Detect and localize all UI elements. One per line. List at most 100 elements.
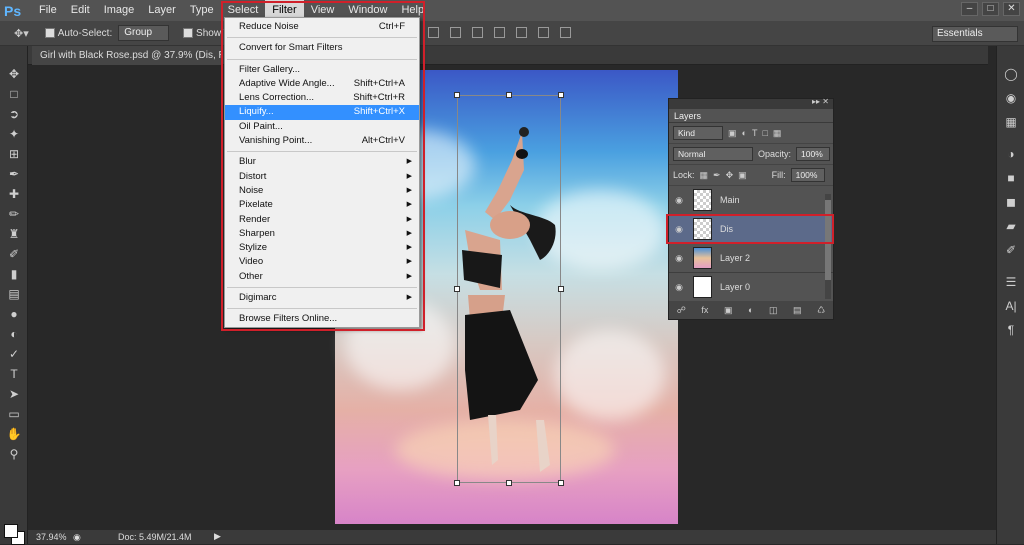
menu-bar: Ps File Edit Image Layer Type Select Filter Vie… (0, 0, 1024, 21)
foreground-color-swatch[interactable] (4, 524, 18, 538)
show-transform-checkbox[interactable] (183, 28, 194, 38)
kind-filter-dropdown[interactable]: Kind (673, 126, 723, 140)
lock-label: Lock: (673, 170, 695, 180)
character-icon[interactable]: A| (997, 296, 1024, 316)
lock-position-icon[interactable]: ✥ (726, 170, 734, 181)
menu-image[interactable]: Image (97, 0, 142, 21)
paragraph-icon[interactable]: ¶ (997, 320, 1024, 340)
align-left-icon[interactable] (494, 27, 505, 38)
visibility-eye-icon[interactable]: ◉ (669, 282, 689, 293)
link-layers-icon[interactable]: ☍ (677, 305, 686, 316)
transform-handle[interactable] (454, 286, 460, 292)
hand-tool-icon[interactable]: ✋ (0, 424, 28, 444)
styles-icon[interactable]: ■ (997, 168, 1024, 188)
align-right-icon[interactable] (538, 27, 549, 38)
pixel-filter-icon[interactable]: ▣ (728, 128, 737, 139)
zoom-tool-icon[interactable]: ⚲ (0, 444, 28, 464)
swatches-icon[interactable]: ▦ (997, 112, 1024, 132)
crop-tool-icon[interactable]: ⊞ (0, 144, 28, 164)
fill-field[interactable]: 100% (790, 168, 825, 182)
move-tool-icon[interactable]: ✥ (0, 64, 28, 84)
paths-icon[interactable]: ✐ (997, 240, 1024, 260)
align-bottom-icon[interactable] (472, 27, 483, 38)
delete-layer-icon[interactable]: ♺ (817, 305, 825, 316)
collapse-icon[interactable]: ▸▸ ✕ (812, 97, 829, 106)
new-adjustment-icon[interactable]: ◐ (748, 305, 753, 315)
blur-tool-icon[interactable]: ● (0, 304, 28, 324)
smart-filter-icon[interactable]: ▦ (773, 128, 782, 139)
blend-mode-dropdown[interactable]: Normal (673, 147, 753, 161)
transform-bounding-box[interactable] (457, 95, 561, 483)
layers-icon[interactable]: ◼ (997, 192, 1024, 212)
layer-row-main[interactable]: ◉ Main (669, 186, 833, 215)
path-select-icon[interactable]: ➤ (0, 384, 28, 404)
layers-panel: ▸▸ ✕ Layers Kind ▣ ◐ T □ ▦ Normal Opacit… (668, 97, 834, 320)
magic-wand-icon[interactable]: ✦ (0, 124, 28, 144)
move-tool-icon[interactable]: ✥▾ (14, 27, 29, 40)
shape-tool-icon[interactable]: ▭ (0, 404, 28, 424)
distribute-icon[interactable] (560, 27, 571, 38)
visibility-eye-icon[interactable]: ◉ (669, 253, 689, 264)
color-icon[interactable]: ◉ (997, 88, 1024, 108)
lock-transparency-icon[interactable]: ▦ (700, 170, 709, 181)
fx-icon[interactable]: fx (701, 305, 708, 315)
transform-handle[interactable] (558, 92, 564, 98)
auto-select-dropdown[interactable]: Group (118, 25, 170, 41)
close-button[interactable]: ✕ (1003, 2, 1020, 16)
menu-edit[interactable]: Edit (64, 0, 97, 21)
eraser-icon[interactable]: ▮ (0, 264, 28, 284)
layer-row-layer-2[interactable]: ◉ Layer 2 (669, 244, 833, 273)
history-icon[interactable]: ◯ (997, 64, 1024, 84)
transform-handle[interactable] (558, 480, 564, 486)
annotation-box (221, 1, 425, 331)
layers-tab[interactable]: Layers (669, 109, 833, 123)
align-vcenter-icon[interactable] (450, 27, 461, 38)
transform-handle[interactable] (506, 480, 512, 486)
healing-brush-icon[interactable]: ✚ (0, 184, 28, 204)
gradient-tool-icon[interactable]: ▤ (0, 284, 28, 304)
transform-handle[interactable] (506, 92, 512, 98)
adjustment-filter-icon[interactable]: ◐ (742, 128, 747, 138)
lock-all-icon[interactable]: ▣ (738, 170, 747, 181)
status-arrow-icon[interactable]: ▶ (214, 531, 221, 542)
transform-handle[interactable] (454, 92, 460, 98)
lasso-tool-icon[interactable]: ➲ (0, 104, 28, 124)
maximize-button[interactable]: □ (982, 2, 999, 16)
workspace-dropdown[interactable]: Essentials (932, 26, 1018, 42)
marquee-tool-icon[interactable]: □ (0, 84, 28, 104)
auto-select-checkbox[interactable] (44, 28, 55, 38)
minimize-button[interactable]: – (961, 2, 978, 16)
shape-filter-icon[interactable]: □ (762, 128, 767, 138)
transform-handle[interactable] (558, 286, 564, 292)
menu-layer[interactable]: Layer (141, 0, 183, 21)
new-group-icon[interactable]: ◫ (769, 305, 778, 316)
clone-stamp-icon[interactable]: ♜ (0, 224, 28, 244)
lock-pixels-icon[interactable]: ✒ (713, 170, 721, 181)
layers-scrollbar[interactable] (825, 194, 831, 299)
pen-tool-icon[interactable]: ✓ (0, 344, 28, 364)
menu-type[interactable]: Type (183, 0, 221, 21)
layer-thumbnail (693, 247, 712, 269)
zoom-level[interactable]: 37.94% (36, 532, 67, 542)
history-brush-icon[interactable]: ✐ (0, 244, 28, 264)
eyedropper-icon[interactable]: ✒ (0, 164, 28, 184)
visibility-eye-icon[interactable]: ◉ (669, 195, 689, 206)
type-filter-icon[interactable]: T (752, 128, 758, 138)
status-info-icon[interactable]: ◉ (73, 532, 81, 543)
status-bar: 37.94% ◉ Doc: 5.49M/21.4M ▶ (28, 530, 996, 544)
properties-icon[interactable]: ☰ (997, 272, 1024, 292)
transform-handle[interactable] (454, 480, 460, 486)
add-mask-icon[interactable]: ▣ (724, 305, 733, 316)
new-layer-icon[interactable]: ▤ (793, 305, 802, 316)
channels-icon[interactable]: ▰ (997, 216, 1024, 236)
type-tool-icon[interactable]: T (0, 364, 28, 384)
document-tab[interactable]: Girl with Black Rose.psd @ 37.9% (Dis, R… (32, 46, 222, 65)
align-top-icon[interactable] (428, 27, 439, 38)
opacity-field[interactable]: 100% (796, 147, 831, 161)
menu-file[interactable]: File (32, 0, 64, 21)
layer-row-layer-0[interactable]: ◉ Layer 0 (669, 273, 833, 302)
dodge-tool-icon[interactable]: ◐ (0, 324, 28, 344)
adjustments-icon[interactable]: ◑ (997, 144, 1024, 164)
align-hcenter-icon[interactable] (516, 27, 527, 38)
brush-tool-icon[interactable]: ✏ (0, 204, 28, 224)
